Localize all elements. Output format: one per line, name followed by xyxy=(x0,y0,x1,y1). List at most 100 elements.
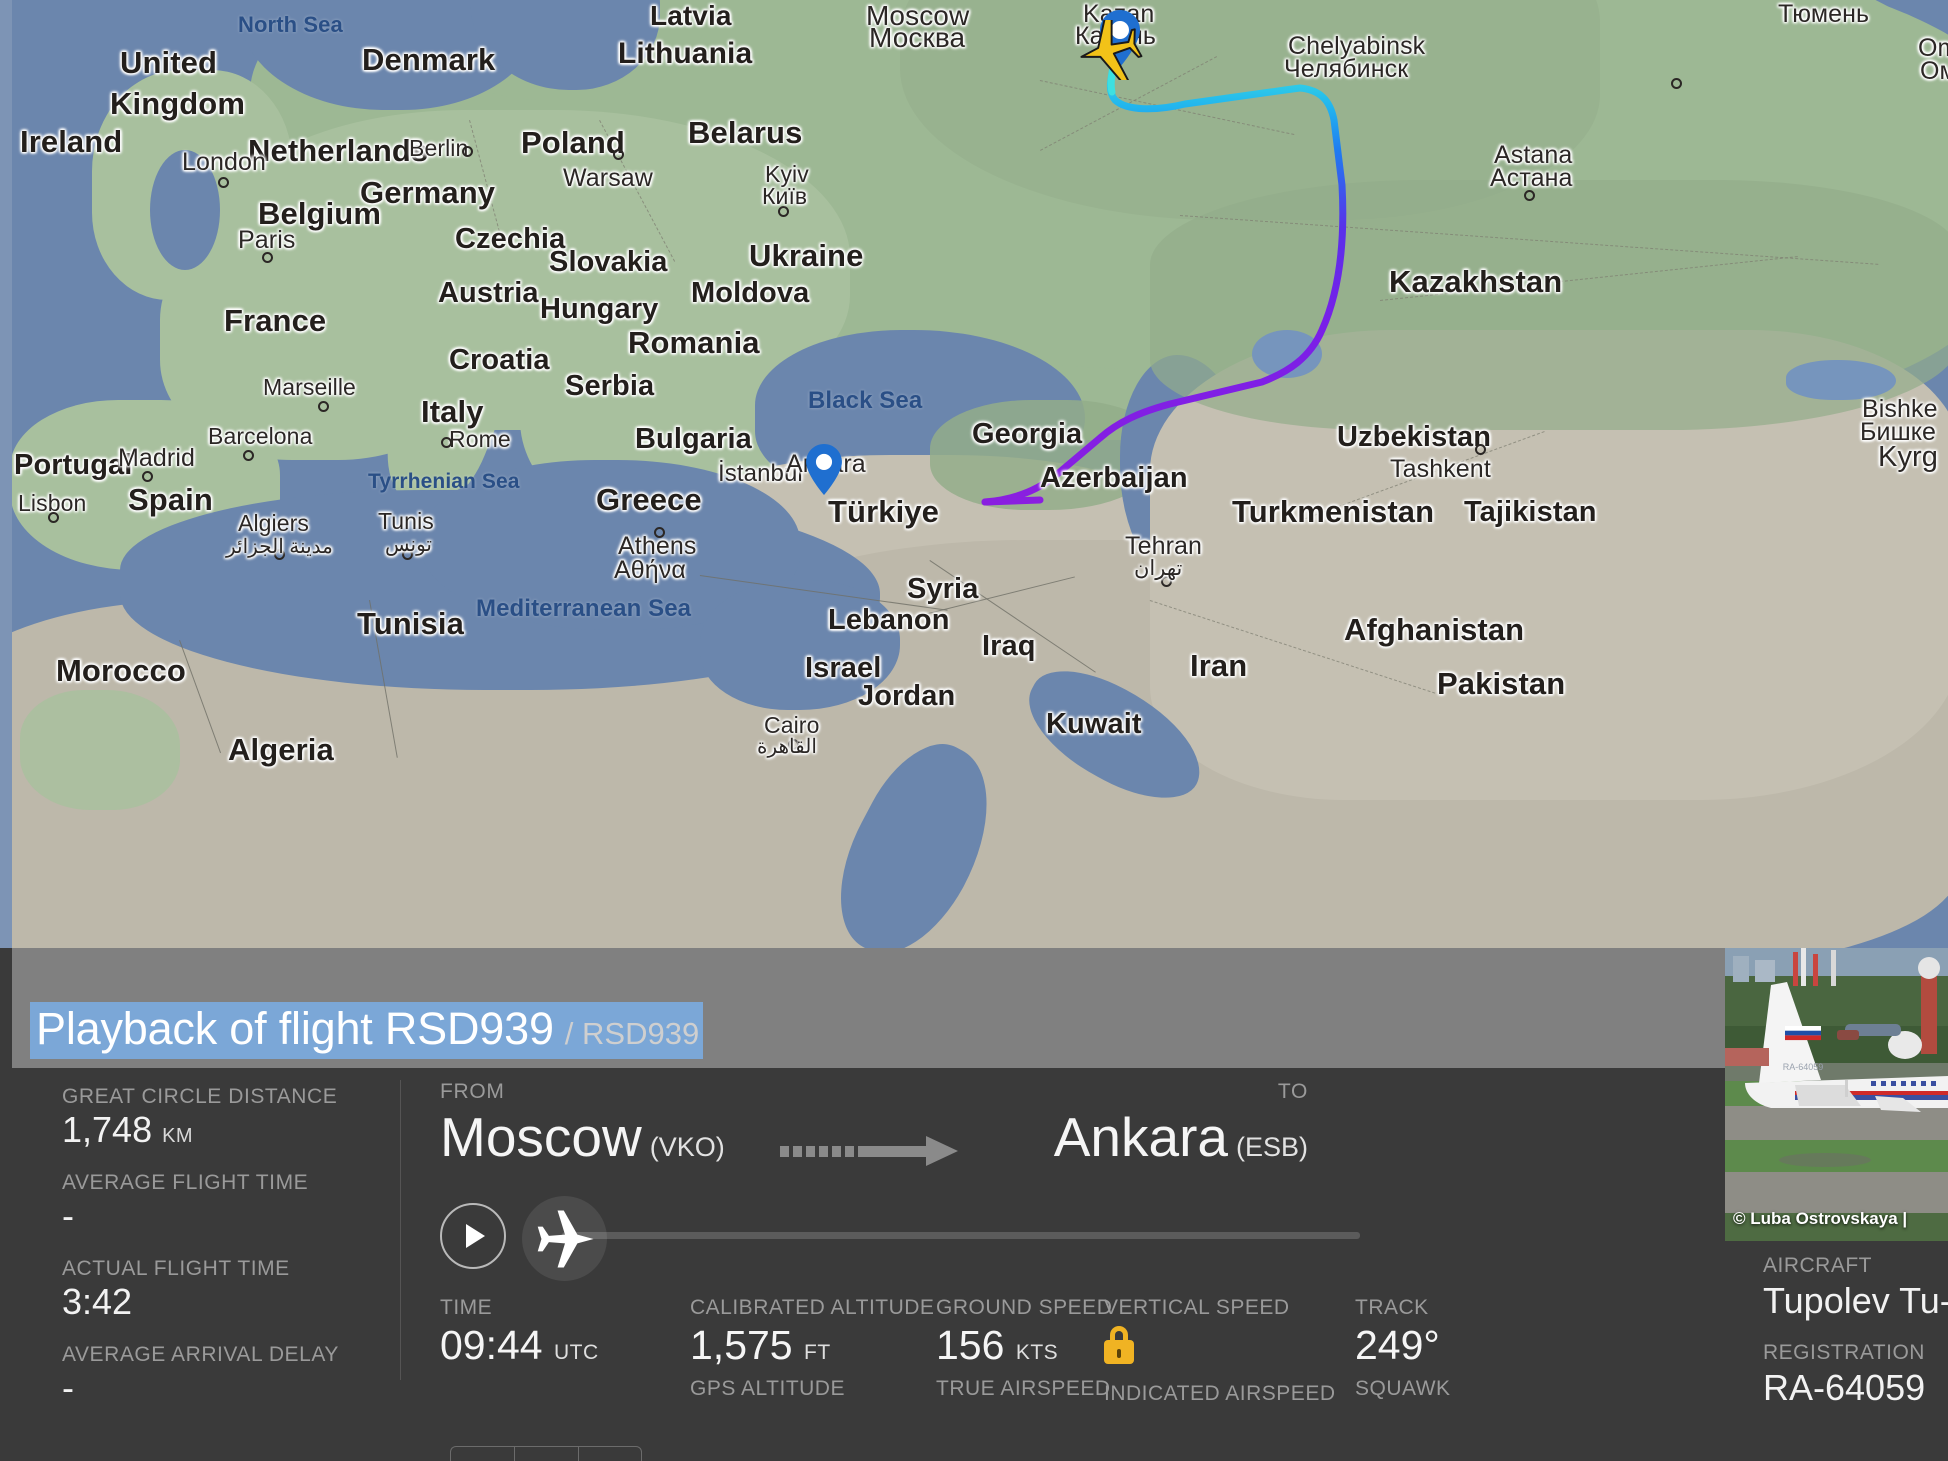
dashed-arrow-right-icon xyxy=(780,1136,958,1166)
readout-label: GROUND SPEED xyxy=(936,1296,1113,1319)
map-label: Ukraine xyxy=(749,238,864,273)
map-city-label: Київ xyxy=(762,183,808,209)
map-city-label: Αθήνα xyxy=(614,556,686,584)
readout-label: TIME xyxy=(440,1296,493,1319)
map-label: Spain xyxy=(128,482,213,517)
map-label: Netherlands xyxy=(248,133,429,168)
time-mode-segment-2[interactable] xyxy=(514,1446,578,1461)
map-label: Greece xyxy=(596,482,702,517)
route-origin[interactable]: FROM Moscow (VKO) xyxy=(440,1080,725,1165)
map-label: Croatia xyxy=(449,344,550,376)
map-city-label: Тюмень xyxy=(1778,0,1870,28)
readout-vertical-speed: VERTICAL SPEED INDICATED AIRSPEED xyxy=(1104,1296,1336,1406)
playback-controls xyxy=(440,1196,1720,1286)
map-city-dot-icon xyxy=(318,401,329,412)
playback-seek-track[interactable] xyxy=(562,1232,1360,1239)
map-city-dot-icon xyxy=(1475,444,1486,455)
play-icon xyxy=(466,1224,485,1248)
map-city-label: Kyrg xyxy=(1878,441,1939,473)
stat-unit: KM xyxy=(162,1125,193,1148)
map-label: Kingdom xyxy=(110,86,246,121)
map-label: Tyrrhenian Sea xyxy=(368,470,520,493)
map-city-dot-icon xyxy=(1524,190,1535,201)
time-mode-segment-1[interactable] xyxy=(450,1446,514,1461)
map-city-label: Астана xyxy=(1490,164,1573,192)
stat-value: - xyxy=(62,1366,74,1408)
map-label: Hungary xyxy=(540,293,659,325)
map-label: Kuwait xyxy=(1046,708,1142,740)
map-label: Slovakia xyxy=(549,246,668,278)
map-city-label: Warsaw xyxy=(563,164,653,192)
map-city-label: مدينة الجزائر xyxy=(226,536,333,558)
aircraft-photo[interactable]: RA-64059 © Luba Ostrovskaya | xyxy=(1725,948,1948,1241)
map-label: Azerbaijan xyxy=(1040,462,1188,494)
readout-sublabel: INDICATED AIRSPEED xyxy=(1104,1382,1336,1406)
map-label: France xyxy=(224,303,327,338)
readout-ground-speed: GROUND SPEED 156 KTS TRUE AIRSPEED xyxy=(936,1296,1112,1401)
map-label: Bulgaria xyxy=(635,423,752,455)
route-from-city: Moscow xyxy=(440,1106,642,1168)
readout-label: CALIBRATED ALTITUDE xyxy=(690,1296,935,1319)
time-mode-segmented-control[interactable] xyxy=(450,1446,642,1461)
aircraft-marker-icon[interactable] xyxy=(1070,20,1148,80)
page-title-sub: / RSD939 xyxy=(564,1016,700,1051)
route-destination[interactable]: TO Ankara (ESB) xyxy=(1054,1080,1308,1165)
map-city-label: تهران xyxy=(1134,557,1183,580)
map-label: Tajikistan xyxy=(1464,496,1597,528)
map-city-dot-icon xyxy=(613,149,624,160)
map-city-label: Tashkent xyxy=(1390,455,1491,483)
map-city-dot-icon xyxy=(142,471,153,482)
playback-seek-handle[interactable] xyxy=(522,1196,607,1281)
map-city-label: Paris xyxy=(238,226,296,254)
readout-sublabel: GPS ALTITUDE xyxy=(690,1377,845,1401)
registration-value: RA-64059 xyxy=(1763,1367,1926,1409)
aircraft-details: AIRCRAFT Tupolev Tu-20 REGISTRATION RA-6… xyxy=(1725,1241,1948,1428)
map-city-label: القاهرة xyxy=(757,736,817,758)
map-label: Lebanon xyxy=(828,604,950,636)
stat-label: AVERAGE FLIGHT TIME xyxy=(62,1170,309,1194)
map-city-label: Berlin xyxy=(409,135,469,161)
lock-keyhole xyxy=(1117,1349,1121,1359)
map-label: Belarus xyxy=(688,115,803,150)
map-label: Turkmenistan xyxy=(1232,494,1435,529)
aircraft-sidebar: RA-64059 © Luba Ostrovskaya | AIRCRAFT T… xyxy=(1725,948,1948,1461)
map-city-dot-icon xyxy=(654,527,665,538)
flight-stats-column: GREAT CIRCLE DISTANCE 1,748 KM AVERAGE F… xyxy=(0,1068,400,1461)
lock-icon[interactable] xyxy=(1104,1326,1134,1365)
route-from-code: (VKO) xyxy=(649,1132,725,1162)
readout-calibrated-altitude: CALIBRATED ALTITUDE 1,575 FT GPS ALTITUD… xyxy=(690,1296,934,1401)
flight-map[interactable]: North Sea United Kingdom Denmark Lithuania La… xyxy=(0,0,1948,948)
time-mode-segment-3[interactable] xyxy=(578,1446,642,1461)
destination-pin-icon xyxy=(806,444,842,496)
map-city-label: تونس xyxy=(385,534,432,556)
map-label: Iraq xyxy=(982,630,1036,662)
route-row: FROM Moscow (VKO) TO Ankara (ESB) xyxy=(440,1080,1720,1192)
page-title-main: Playback of flight RSD939 xyxy=(36,1003,554,1054)
map-city-label: Barcelona xyxy=(208,423,313,449)
panel-body: GREAT CIRCLE DISTANCE 1,748 KM AVERAGE F… xyxy=(0,1068,1948,1461)
map-city-label: Madrid xyxy=(118,444,196,472)
map-label: Syria xyxy=(907,573,979,605)
readout-label: TRACK xyxy=(1355,1296,1429,1319)
map-label: Mediterranean Sea xyxy=(476,595,692,622)
stat-label: GREAT CIRCLE DISTANCE xyxy=(62,1085,338,1108)
map-city-label: Челябинск xyxy=(1284,55,1409,83)
map-city-label: Tunis xyxy=(378,508,434,534)
photo-credit: © Luba Ostrovskaya | xyxy=(1733,1209,1908,1228)
map-city-dot-icon xyxy=(1671,78,1682,89)
map-label: Portugal xyxy=(14,449,133,481)
map-label: Tunisia xyxy=(357,606,464,641)
map-label: North Sea xyxy=(238,12,343,37)
play-button[interactable] xyxy=(440,1203,506,1269)
readout-value: 156 KTS xyxy=(936,1322,1059,1369)
map-label: Ireland xyxy=(20,124,123,159)
map-label: Afghanistan xyxy=(1344,612,1525,647)
map-label: Uzbekistan xyxy=(1337,421,1492,453)
flight-readouts: TIME 09:44 UTC CALIBRATED ALTITUDE 1,575… xyxy=(440,1296,1730,1461)
map-label: Denmark xyxy=(362,42,496,77)
map-city-dot-icon xyxy=(262,252,273,263)
map-label: Latvia xyxy=(650,0,732,31)
stat-label: AVERAGE ARRIVAL DELAY xyxy=(62,1342,339,1366)
map-left-edge-strip xyxy=(0,0,12,948)
stat-value: - xyxy=(62,1195,74,1236)
